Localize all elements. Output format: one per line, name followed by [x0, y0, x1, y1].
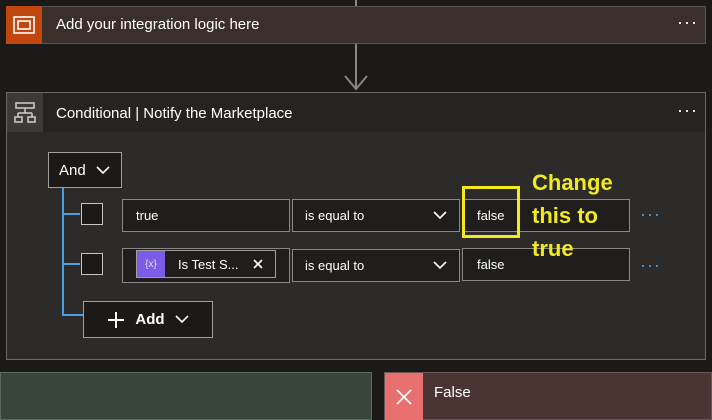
annotation-line: true	[532, 236, 574, 261]
row-more-button[interactable]: ···	[640, 255, 661, 276]
tree-line-add	[62, 314, 83, 316]
tree-line-vertical	[62, 188, 64, 315]
right-value-text: false	[477, 257, 505, 272]
scope-icon	[6, 6, 42, 44]
group-operator-label: And	[59, 161, 86, 179]
annotation-highlight-box	[462, 186, 520, 238]
annotation-text: Change this to true	[532, 166, 632, 265]
expression-icon: {x}	[137, 251, 165, 277]
chevron-down-icon	[433, 261, 447, 270]
row-more-button[interactable]: ···	[640, 204, 661, 225]
operator-dropdown[interactable]: is equal to	[292, 199, 460, 232]
group-operator-dropdown[interactable]: And	[48, 152, 122, 188]
token-label: Is Test S...	[178, 256, 239, 272]
dynamic-content-token[interactable]: {x} Is Test S...	[136, 250, 276, 278]
add-condition-button[interactable]: Add	[83, 301, 213, 338]
annotation-line: Change	[532, 170, 613, 195]
operator-dropdown[interactable]: is equal to	[292, 249, 460, 282]
operator-label: is equal to	[305, 258, 365, 273]
left-value-text: true	[136, 208, 159, 223]
close-icon[interactable]	[253, 259, 263, 269]
conditional-menu-button[interactable]: ···	[677, 100, 698, 121]
integration-logic-title: Add your integration logic here	[56, 16, 260, 33]
chevron-down-icon	[96, 165, 110, 174]
true-branch-card[interactable]	[0, 372, 372, 420]
add-label: Add	[135, 311, 165, 328]
left-value-input[interactable]: true	[122, 199, 290, 232]
integration-logic-menu-button[interactable]: ···	[677, 12, 698, 33]
tree-line-row1	[62, 213, 80, 215]
condition-icon	[7, 93, 43, 132]
chevron-down-icon	[175, 315, 189, 324]
tree-line-row2	[62, 263, 80, 265]
annotation-line: this to	[532, 203, 598, 228]
operator-label: is equal to	[305, 208, 365, 223]
row-checkbox[interactable]	[81, 253, 103, 275]
chevron-down-icon	[433, 211, 447, 220]
false-branch-title: False	[434, 384, 471, 401]
conditional-title: Conditional | Notify the Marketplace	[56, 105, 293, 122]
connector-arrow-icon	[344, 75, 368, 91]
close-icon	[385, 373, 423, 420]
plus-icon	[108, 311, 125, 328]
row-checkbox[interactable]	[81, 203, 103, 225]
